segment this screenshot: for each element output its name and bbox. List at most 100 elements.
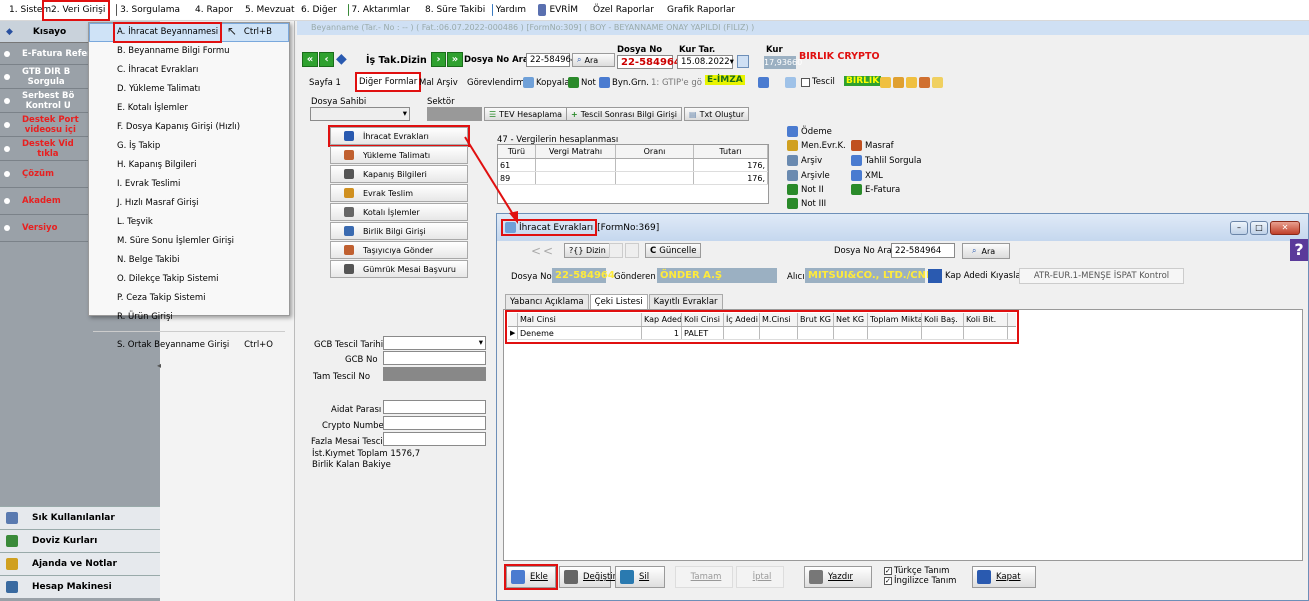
last-record-button[interactable]: » bbox=[447, 52, 463, 67]
fazla-mesai-input[interactable] bbox=[383, 432, 486, 446]
evrak-button-5[interactable]: Birlik Bilgi Girişi bbox=[330, 222, 468, 240]
dropdown-item-9[interactable]: J. Hızlı Masraf Girişi bbox=[89, 194, 289, 213]
dialog-tab-1[interactable]: Çeki Listesi bbox=[589, 294, 648, 309]
turkce-checkbox[interactable]: ✓ Türkçe Tanım bbox=[884, 566, 949, 576]
dropdown-item-1[interactable]: B. Beyanname Bilgi Formu bbox=[89, 42, 289, 61]
diamond-nav-icon[interactable]: ◆ bbox=[336, 51, 350, 67]
yazdir-button[interactable]: Yazdır bbox=[804, 566, 872, 588]
menu-item-8[interactable]: Yardım bbox=[486, 0, 532, 21]
evrak-button-3[interactable]: Evrak Teslim bbox=[330, 184, 468, 202]
tescil-checkbox[interactable]: Tescil bbox=[801, 77, 835, 87]
dlg-ara-button[interactable]: ⌕ Ara bbox=[962, 243, 1010, 259]
tescil-sonrasi-button[interactable]: + Tescil Sonrası Bilgi Girişi bbox=[566, 107, 682, 121]
folder-icon[interactable] bbox=[880, 77, 891, 88]
aidat-input[interactable] bbox=[383, 400, 486, 414]
ara-button[interactable]: ⌕ Ara bbox=[572, 53, 615, 67]
iptal-button[interactable]: İptal bbox=[736, 566, 784, 588]
nav-last-icon[interactable] bbox=[625, 243, 639, 258]
first-record-button[interactable]: « bbox=[302, 52, 318, 67]
e-imza-button[interactable]: E-İMZA bbox=[705, 75, 745, 85]
evrak-button-7[interactable]: Gümrük Mesai Başvuru bbox=[330, 260, 468, 278]
maximize-icon[interactable]: □ bbox=[1250, 220, 1268, 235]
dropdown-item-7[interactable]: H. Kapanış Bilgileri bbox=[89, 156, 289, 175]
vergi-row[interactable]: 61 176, bbox=[498, 159, 768, 172]
is-tak-dizin-label[interactable]: İş Tak.Dizin bbox=[366, 55, 427, 66]
evrak-button-1[interactable]: Yükleme Talimatı bbox=[330, 146, 468, 164]
shield-icon[interactable] bbox=[758, 77, 769, 88]
gcb-no-input[interactable] bbox=[383, 351, 486, 365]
next-record-button[interactable]: › bbox=[431, 52, 446, 67]
right-link-3[interactable]: Arşiv bbox=[787, 155, 822, 166]
birlik-button[interactable]: BIRLIK bbox=[844, 76, 882, 86]
menu-item-9[interactable]: EVRİM bbox=[532, 0, 584, 21]
sil-button[interactable]: Sil bbox=[615, 566, 665, 588]
guncelle-button[interactable]: C Güncelle bbox=[645, 243, 702, 258]
sidebar-bottom-2[interactable]: Ajanda ve Notlar bbox=[0, 552, 160, 575]
sidebar-bottom-0[interactable]: Sık Kullanılanlar bbox=[0, 506, 160, 529]
menu-item-6[interactable]: 7. Aktarımlar bbox=[342, 0, 416, 21]
tab-gorevlendirme[interactable]: Görevlendirme bbox=[467, 78, 530, 88]
right-link-9[interactable]: Not III bbox=[787, 198, 826, 209]
right-link-2[interactable]: Masraf bbox=[851, 140, 894, 151]
atr-kontrol-button[interactable]: ATR-EUR.1-MENŞE İSPAT Kontrol bbox=[1019, 268, 1184, 284]
dropdown-item-3[interactable]: D. Yükleme Talimatı bbox=[89, 80, 289, 99]
txt-olustur-button[interactable]: ▤ Txt Oluştur bbox=[684, 107, 750, 121]
sektor-field[interactable] bbox=[427, 107, 482, 121]
nav-back-icon[interactable]: < bbox=[531, 244, 541, 258]
gcb-tescil-select[interactable]: ▾ bbox=[383, 336, 486, 350]
dropdown-item-2[interactable]: C. İhracat Evrakları bbox=[89, 61, 289, 80]
menu-item-7[interactable]: 8. Süre Takibi bbox=[416, 0, 486, 21]
tamam-button[interactable]: Tamam bbox=[675, 566, 733, 588]
not-button[interactable]: Not bbox=[568, 77, 596, 88]
menu-item-11[interactable]: Grafik Raporlar bbox=[658, 0, 738, 21]
tev-hesaplama-button[interactable]: ☰ TEV Hesaplama bbox=[484, 107, 568, 121]
prev-record-button[interactable]: ‹ bbox=[319, 52, 334, 67]
right-link-0[interactable]: Ödeme bbox=[787, 126, 832, 137]
collapse-arrow-icon[interactable]: ◂ bbox=[157, 361, 161, 370]
folder-open-icon[interactable] bbox=[893, 77, 904, 88]
dialog-tab-2[interactable]: Kayıtlı Evraklar bbox=[648, 294, 723, 309]
dropdown-item-8[interactable]: I. Evrak Teslimi bbox=[89, 175, 289, 194]
nav-back2-icon[interactable]: < bbox=[543, 244, 553, 258]
right-link-8[interactable]: E-Fatura bbox=[851, 184, 900, 195]
kap-adedi-button[interactable]: Kap Adedi Kıyasla bbox=[928, 269, 1021, 283]
degistir-button[interactable]: Değiştir bbox=[559, 566, 616, 588]
table-row[interactable]: ▶ Deneme 1 PALET bbox=[508, 327, 1016, 340]
tab-mal-arsiv[interactable]: Mal Arşiv bbox=[419, 78, 458, 88]
menu-item-4[interactable]: 5. Mevzuat bbox=[236, 0, 295, 21]
calendar-icon[interactable] bbox=[737, 55, 749, 68]
menu-item-10[interactable]: Özel Raporlar bbox=[584, 0, 658, 21]
gtip-select[interactable]: 1: GTIP'e gö ▾ bbox=[651, 78, 709, 88]
folder-icons[interactable] bbox=[880, 77, 943, 88]
dropdown-item-4[interactable]: E. Kotalı İşlemler bbox=[89, 99, 289, 118]
dropdown-item-6[interactable]: G. İş Takip bbox=[89, 137, 289, 156]
dizin-button[interactable]: ?{} Dizin bbox=[564, 243, 611, 258]
right-link-4[interactable]: Tahlil Sorgula bbox=[851, 155, 921, 166]
evrak-button-4[interactable]: Kotalı İşlemler bbox=[330, 203, 468, 221]
menu-item-1[interactable]: 2. Veri Girişi bbox=[42, 0, 110, 21]
right-link-5[interactable]: Arşivle bbox=[787, 170, 830, 181]
folder-share-icon[interactable] bbox=[919, 77, 930, 88]
vergi-row[interactable]: 89 176, bbox=[498, 172, 768, 185]
crypto-input[interactable] bbox=[383, 416, 486, 430]
sidebar-bottom-1[interactable]: Doviz Kurları bbox=[0, 529, 160, 552]
evrak-button-6[interactable]: Taşıyıcıya Gönder bbox=[330, 241, 468, 259]
folder-plus-icon[interactable] bbox=[932, 77, 943, 88]
dropdown-item-10[interactable]: L. Teşvik bbox=[89, 213, 289, 232]
folder-up-icon[interactable] bbox=[906, 77, 917, 88]
help-icon[interactable]: ? bbox=[1290, 239, 1308, 261]
ekle-button[interactable]: Ekle bbox=[504, 564, 558, 590]
right-link-6[interactable]: XML bbox=[851, 170, 883, 181]
dropdown-item-11[interactable]: M. Süre Sonu İşlemler Girişi bbox=[89, 232, 289, 251]
ingilizce-checkbox[interactable]: ✓ İngilizce Tanım bbox=[884, 576, 956, 586]
dropdown-item-14[interactable]: P. Ceza Takip Sistemi bbox=[89, 289, 289, 308]
dropdown-item-12[interactable]: N. Belge Takibi bbox=[89, 251, 289, 270]
dropdown-item-15[interactable]: R. Ürün Girişi bbox=[89, 308, 289, 327]
kur-tar-field[interactable]: 15.08.2022 ▾ bbox=[677, 55, 734, 69]
menu-item-3[interactable]: 4. Rapor bbox=[186, 0, 236, 21]
dropdown-item-5[interactable]: F. Dosya Kapanış Girişi (Hızlı) bbox=[89, 118, 289, 137]
dlg-dosya-no-ara-input[interactable]: 22-584964 bbox=[891, 243, 955, 258]
dosya-no-field[interactable]: 22-584964 bbox=[617, 55, 681, 69]
menu-item-0[interactable]: 1. Sistem bbox=[0, 0, 51, 21]
dropdown-item-0[interactable]: A. İhracat Beyannamesi Ctrl+B bbox=[89, 22, 289, 43]
